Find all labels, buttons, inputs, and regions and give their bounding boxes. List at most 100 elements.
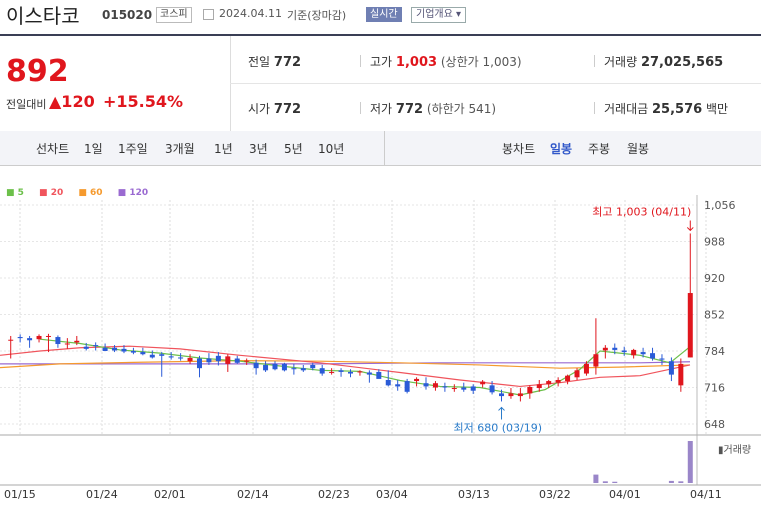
candle-body [517, 393, 523, 397]
candle-body [480, 381, 486, 385]
candle-body [27, 338, 33, 341]
candle-body [74, 340, 80, 343]
candle-body [178, 357, 184, 359]
y-tick-label: 852 [704, 309, 725, 322]
candle-body [253, 362, 259, 369]
candle-body [234, 358, 240, 363]
candle-body [593, 354, 599, 367]
candle-body [527, 386, 533, 394]
candle-body [45, 335, 51, 337]
candle-body [414, 378, 420, 382]
x-tick-label: 03/13 [458, 488, 490, 501]
volume-bar [687, 441, 693, 483]
candle-body [64, 343, 70, 345]
candle-body [121, 348, 127, 352]
candle-body [348, 371, 353, 374]
tab-weekly[interactable]: 주봉 [588, 140, 610, 157]
x-tick-label: 01/24 [86, 488, 118, 501]
candle-body [470, 386, 476, 391]
candle-body [385, 379, 391, 386]
tab-monthly[interactable]: 월봉 [627, 140, 649, 157]
company-overview-button[interactable]: 기업개요 ▾ [411, 7, 466, 23]
open-price: 시가 772 [248, 102, 302, 117]
x-tick-label: 04/11 [690, 488, 722, 501]
y-tick-label: 648 [704, 418, 725, 431]
tab-1y[interactable]: 1년 [214, 140, 233, 157]
trade-amount: 거래대금 25,576 백만 [604, 102, 729, 117]
candle-body [112, 347, 118, 351]
tab-1d[interactable]: 1일 [84, 140, 103, 157]
divider [230, 36, 231, 132]
candle-body [329, 371, 335, 373]
candle-body [36, 335, 42, 340]
change-label: 전일대비 [6, 98, 47, 111]
candle-body [376, 371, 382, 379]
candle-body [187, 357, 193, 362]
quote-date: 2024.04.11 [219, 7, 282, 20]
tab-5y[interactable]: 5년 [284, 140, 303, 157]
volume-bar [668, 480, 674, 483]
candle-body [281, 363, 287, 371]
x-tick-label: 04/01 [609, 488, 641, 501]
tab-3y[interactable]: 3년 [249, 140, 268, 157]
candle-body [508, 393, 514, 397]
y-tick-label: 1,056 [704, 199, 736, 212]
candle-body [319, 368, 325, 374]
candle-body [687, 293, 693, 358]
candle-body [338, 370, 344, 372]
quote-basis: 기준(장마감) [287, 9, 347, 22]
candle-body [168, 356, 174, 358]
calendar-icon [203, 9, 214, 20]
candle-body [574, 370, 580, 378]
candlestick-chart: 01/15 01/24 02/01 02/14 02/23 03/04 03/13 03/22… [0, 195, 761, 501]
day-low: 저가 772 (하한가 541) [370, 102, 497, 117]
candle-body [678, 363, 684, 386]
candle-body [159, 354, 165, 356]
candle-body [423, 383, 429, 387]
candle-body [263, 364, 269, 371]
candle-body [244, 360, 250, 362]
chart-tabs: 선차트 1일 1주일 3개월 1년 3년 5년 10년 봉차트 일봉 주봉 월봉 [0, 131, 761, 166]
candle-body [17, 337, 23, 339]
candle-body [395, 384, 401, 387]
x-tick-label: 02/14 [237, 488, 269, 501]
stock-header: 이스타코 015020 코스피 2024.04.11 기준(장마감) 실시간 기… [0, 0, 761, 34]
candle-body [602, 347, 608, 351]
tab-daily[interactable]: 일봉 [550, 140, 572, 157]
tab-1w[interactable]: 1주일 [118, 140, 148, 157]
candle-body [489, 385, 495, 393]
day-high: 고가 1,003 (상한가 1,003) [370, 55, 522, 70]
candle-body [621, 350, 627, 353]
candle-body [225, 356, 231, 364]
y-tick-label: 920 [704, 272, 725, 285]
candle-body [536, 384, 542, 389]
candle-body [565, 375, 571, 382]
candle-body [659, 358, 665, 360]
candle-body [546, 381, 552, 385]
candle-body [650, 353, 656, 359]
candle-body [357, 371, 363, 373]
tab-10y[interactable]: 10년 [318, 140, 344, 157]
x-tick-label: 03/22 [539, 488, 571, 501]
tab-3m[interactable]: 3개월 [165, 140, 195, 157]
low-arrow [498, 406, 505, 420]
realtime-button[interactable]: 실시간 [366, 7, 402, 22]
candle-body [555, 379, 561, 383]
candle-body [499, 393, 505, 397]
high-annotation: 최고 1,003 (04/11) [592, 205, 691, 218]
volume-bar [678, 481, 684, 483]
candle-body [432, 383, 438, 388]
candle-body [612, 347, 618, 350]
candle-body [366, 372, 372, 375]
x-tick-label: 03/04 [376, 488, 408, 501]
candle-body [291, 368, 297, 370]
candle-body [93, 345, 99, 347]
candle-body [310, 364, 316, 369]
volume-label: ▮거래량 [718, 444, 751, 456]
price-summary: 892 전일대비 ▲120 +15.54% 전일 772 고가 1,003 (상… [0, 34, 761, 133]
x-tick-label: 02/23 [318, 488, 350, 501]
candle-body [206, 358, 212, 363]
stock-code: 015020 [102, 8, 153, 22]
y-tick-label: 784 [704, 345, 725, 358]
candle-body [631, 349, 637, 356]
